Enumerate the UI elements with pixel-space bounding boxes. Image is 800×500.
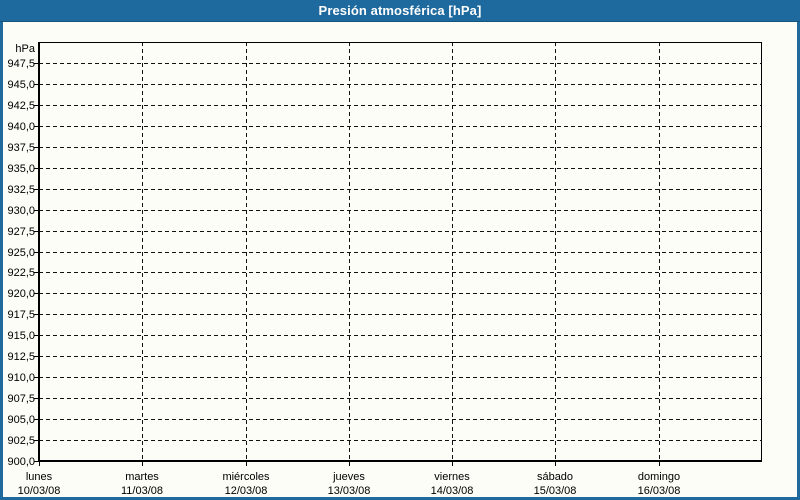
- x-tick-date-label: 15/03/08: [534, 485, 577, 497]
- y-tick-label: 912,5: [7, 351, 35, 363]
- chart-title: Presión atmosférica [hPa]: [318, 3, 482, 18]
- x-tick-date-label: 14/03/08: [431, 485, 474, 497]
- y-tick-label: 917,5: [7, 309, 35, 321]
- y-tick-label: 942,5: [7, 100, 35, 112]
- x-tick-date-label: 13/03/08: [328, 485, 371, 497]
- y-axis-unit-label: hPa: [15, 43, 35, 55]
- chart-title-bar: Presión atmosférica [hPa]: [0, 0, 800, 22]
- y-tick-label: 937,5: [7, 142, 35, 154]
- x-tick-date-label: 10/03/08: [18, 485, 61, 497]
- y-tick-label: 945,0: [7, 79, 35, 91]
- x-tick-day-label: domingo: [638, 471, 680, 483]
- x-tick-day-label: viernes: [434, 471, 470, 483]
- y-tick-label: 935,0: [7, 163, 35, 175]
- y-tick-label: 900,0: [7, 456, 35, 468]
- x-tick-day-label: martes: [125, 471, 159, 483]
- y-tick-label: 925,0: [7, 247, 35, 259]
- y-tick-label: 927,5: [7, 226, 35, 238]
- x-tick-date-label: 12/03/08: [225, 485, 268, 497]
- x-tick-date-label: 11/03/08: [121, 485, 163, 497]
- x-tick-day-label: lunes: [26, 471, 53, 483]
- y-tick-label: 940,0: [7, 121, 35, 133]
- pressure-line-chart: 947,5 945,0 942,5 940,0 937,5 935,0 932,5 930,0…: [7, 42, 762, 497]
- y-tick-label: 905,0: [7, 414, 35, 426]
- y-tick-label: 922,5: [7, 267, 35, 279]
- pressure-chart-window: Presión atmosférica [hPa] 947,5 945,0 942,…: [0, 0, 800, 500]
- y-tick-label: 932,5: [7, 184, 35, 196]
- x-tick-date-label: 16/03/08: [638, 485, 681, 497]
- y-tick-label: 920,0: [7, 288, 35, 300]
- x-tick-day-label: jueves: [332, 471, 365, 483]
- x-tick-day-label: sábado: [537, 471, 573, 483]
- chart-content: 947,5 945,0 942,5 940,0 937,5 935,0 932,5 930,0…: [3, 22, 797, 497]
- y-tick-label: 902,5: [7, 435, 35, 447]
- x-tick-day-label: miércoles: [222, 471, 270, 483]
- y-tick-label: 907,5: [7, 393, 35, 405]
- y-tick-label: 947,5: [7, 58, 35, 70]
- y-tick-label: 910,0: [7, 372, 35, 384]
- y-tick-label: 915,0: [7, 330, 35, 342]
- y-tick-label: 930,0: [7, 205, 35, 217]
